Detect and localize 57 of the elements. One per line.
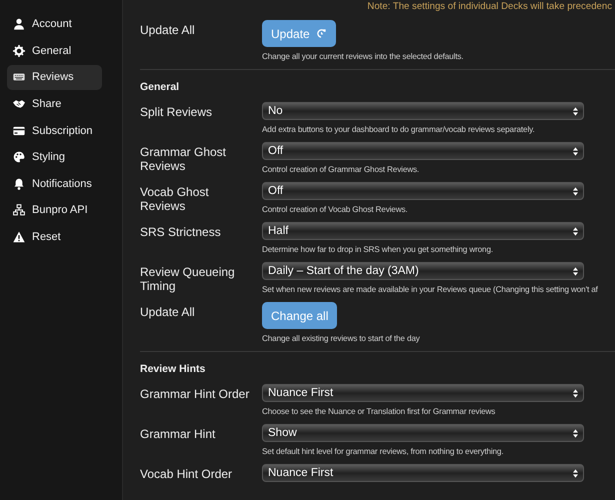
dropdown-select[interactable]: Off	[262, 182, 584, 200]
up-down-arrow-icon	[573, 146, 578, 156]
sidebar-item[interactable]: Account	[7, 12, 102, 37]
handshake-icon	[13, 98, 25, 110]
up-down-arrow-icon	[573, 226, 578, 236]
up-down-arrow-icon	[573, 266, 578, 276]
setting-label: SRS Strictness	[140, 224, 222, 241]
settings-icon	[13, 44, 25, 57]
palette-icon	[13, 151, 25, 164]
warning-icon	[13, 231, 25, 244]
setting-label: Grammar Hint Order	[140, 386, 250, 403]
sidebar-item[interactable]: Bunpro API	[7, 198, 102, 223]
up-down-arrow-icon	[573, 186, 578, 196]
help-text: Control creation of Vocab Ghost Reviews.	[262, 205, 409, 215]
dropdown-select[interactable]: No	[262, 102, 584, 120]
precedence-note: Note: The settings of individual Decks will take precedenc	[366, 0, 612, 14]
refresh-icon	[316, 28, 327, 39]
setting-label: Update All	[140, 22, 196, 39]
sidebar-item[interactable]: Reviews	[7, 65, 102, 90]
section-heading: Review Hints	[140, 363, 206, 375]
bell-icon	[13, 178, 25, 190]
setting-label: Vocab Hint Order	[140, 466, 234, 482]
dropdown-select[interactable]: Show	[262, 424, 584, 442]
dropdown-select[interactable]: Half	[262, 222, 584, 240]
help-text: Change all your current reviews into the selected defaults.	[262, 52, 464, 62]
help-text: Control creation of Grammar Ghost Reviews.	[262, 165, 420, 175]
setting-label: Review Queueing Timing	[140, 264, 236, 295]
setting-label: Grammar Hint	[140, 426, 216, 443]
sidebar-item[interactable]: Styling	[7, 144, 102, 170]
up-down-arrow-icon	[573, 428, 578, 438]
help-text: Choose to see the Nuance or Translation first for Grammar reviews	[262, 407, 496, 417]
setting-label: Grammar Ghost Reviews	[140, 144, 228, 175]
up-down-arrow-icon	[573, 106, 578, 116]
help-text: Determine how far to drop in SRS when you get something wrong.	[262, 245, 494, 255]
network-icon	[13, 204, 25, 216]
sidebar-item[interactable]: General	[7, 38, 102, 64]
sidebar-item[interactable]: Notifications	[7, 172, 102, 196]
dropdown-select[interactable]: Daily – Start of the day (3AM)	[262, 262, 584, 280]
sidebar-item[interactable]: Share	[7, 92, 102, 116]
setting-label: Vocab Ghost Reviews	[140, 184, 210, 215]
credit-card-icon	[13, 124, 25, 137]
dropdown-select[interactable]: Nuance First	[262, 464, 584, 482]
help-text: Change all existing reviews to start of the day	[262, 334, 421, 344]
sidebar-item[interactable]: Reset	[7, 224, 102, 250]
setting-label: Update All	[140, 304, 196, 321]
dropdown-select[interactable]: Off	[262, 142, 584, 160]
help-text: Add extra buttons to your dashboard to do grammar/vocab reviews separately.	[262, 125, 536, 135]
help-text: Set default hint level for grammar reviews, from nothing to everything.	[262, 447, 504, 457]
up-down-arrow-icon	[573, 388, 578, 398]
section-heading: General	[140, 81, 180, 93]
keyboard-icon	[13, 71, 25, 84]
sidebar-item[interactable]: Subscription	[7, 118, 102, 143]
user-icon	[13, 18, 25, 30]
dropdown-select[interactable]: Nuance First	[262, 384, 584, 402]
setting-label: Split Reviews	[140, 104, 214, 121]
help-text: Set when new reviews are made available in your Reviews queue (Changing this setting won't af	[262, 285, 599, 295]
up-down-arrow-icon	[573, 468, 578, 478]
